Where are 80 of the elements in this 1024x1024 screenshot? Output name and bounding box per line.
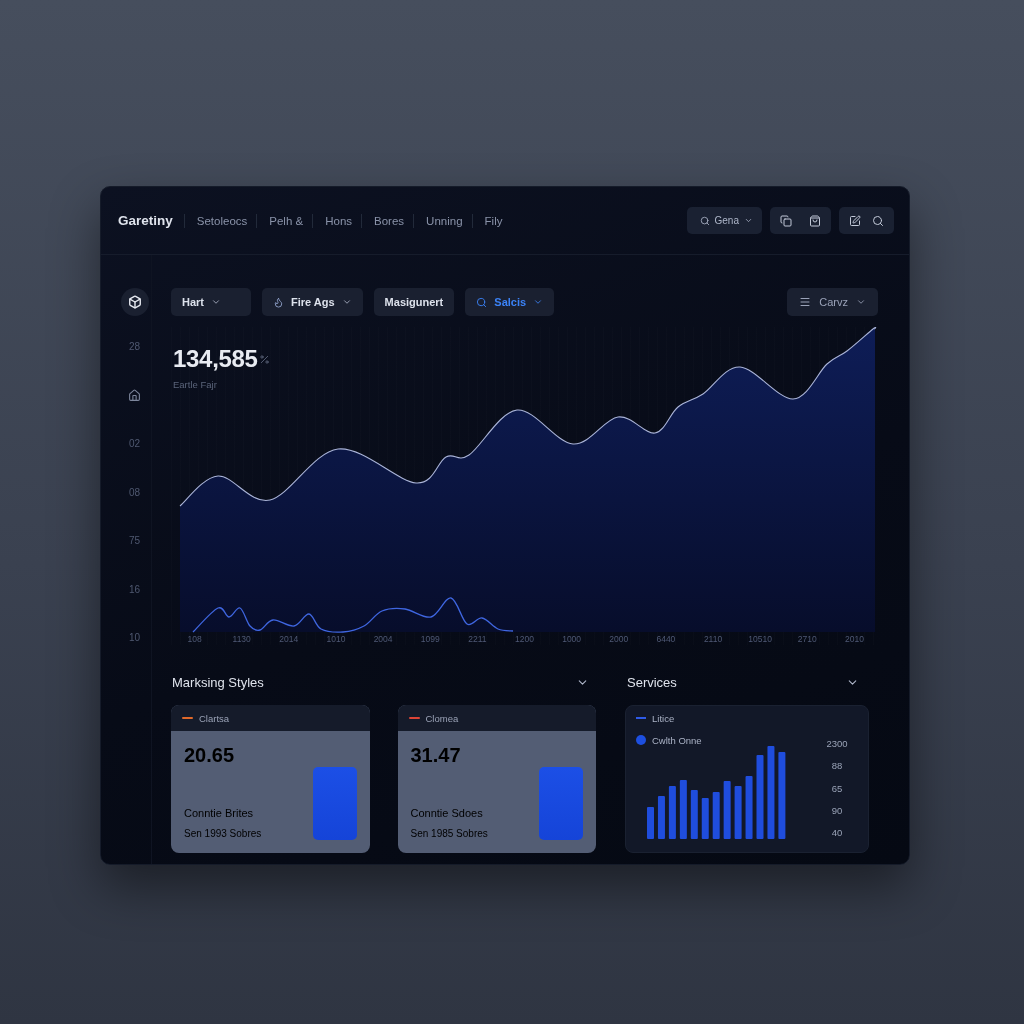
axis-label: 65 (831, 782, 843, 795)
axis-label: 2300 (826, 738, 848, 750)
nav-link[interactable]: Bores (362, 214, 414, 227)
axis-label: 88 (831, 760, 843, 773)
brand-name: Garetiny (118, 213, 173, 228)
menu-icon (799, 296, 812, 308)
stat-label: Conntie Brites (184, 806, 255, 820)
axis-label: 75 (128, 534, 141, 548)
chevron-icon (211, 297, 221, 307)
nav-link[interactable]: Hons (313, 214, 362, 227)
stat-value: 20.65 (184, 743, 236, 767)
bag-icon[interactable] (809, 214, 821, 227)
axis-label: 2014 (279, 633, 299, 645)
axis-label: 08 (128, 485, 141, 500)
card-tag: Clomea (425, 712, 459, 724)
stat-value: 31.47 (410, 743, 462, 767)
axis-label: 2211 (468, 633, 487, 645)
copy-icon[interactable] (780, 214, 792, 227)
nav-link[interactable]: Fily (472, 214, 512, 227)
legend-label: Cwlth Onne (652, 734, 702, 746)
bar (745, 776, 753, 839)
filter-button[interactable]: Salcis (465, 288, 555, 316)
axis-label: 2710 (797, 633, 817, 645)
axis-label: 2010 (844, 633, 864, 645)
stat-sublabel: Sen 1985 Sobres (410, 827, 489, 840)
chevron-icon (533, 297, 544, 307)
axis-label: 2000 (609, 633, 629, 645)
legend-dot-icon (636, 735, 646, 745)
bar (723, 781, 731, 839)
axis-label: 28 (128, 340, 141, 354)
axis-label: 40 (831, 827, 843, 839)
headline-caption: Eartle Fajr (173, 379, 218, 390)
axis-label: 1010 (326, 633, 346, 645)
axis-label: 90 (831, 804, 843, 817)
chevron-icon (856, 297, 866, 307)
axis-label: 108 (187, 633, 202, 645)
axis-label: 2004 (373, 633, 393, 645)
axis-label: 1200 (515, 633, 534, 645)
card-tag: Clartsa (199, 712, 230, 724)
bar (657, 796, 665, 839)
home-icon[interactable] (128, 389, 141, 402)
axis-label: 1000 (562, 633, 582, 645)
search-button[interactable]: Gena (686, 207, 762, 234)
axis-label: 16 (128, 582, 141, 597)
bar (734, 786, 742, 839)
chevron-icon (341, 297, 352, 307)
bar (690, 790, 698, 839)
search-icon (476, 296, 488, 308)
stat-label: Conntie Sdoes (410, 806, 484, 820)
view-dropdown[interactable]: Carvz (787, 288, 878, 316)
axis-label: 1099 (420, 633, 440, 645)
stat-sublabel: Sen 1993 Sobres (184, 827, 263, 840)
bar (701, 798, 709, 839)
axis-label: 1130 (232, 633, 251, 645)
axis-label: 2110 (703, 633, 723, 645)
search-icon (699, 215, 710, 226)
bar (712, 792, 720, 839)
headline-value: 134,585 (173, 345, 258, 373)
axis-label: 02 (128, 437, 141, 451)
nav-link[interactable]: Setoleocs (184, 214, 257, 227)
axis-label: 10510 (748, 633, 772, 645)
section-title: Services (627, 674, 677, 690)
search-icon[interactable] (872, 214, 884, 227)
bar (668, 786, 676, 839)
bar (679, 780, 687, 839)
nav-link[interactable]: Unning (414, 214, 472, 227)
filter-button[interactable]: Fire Ags (262, 288, 363, 316)
edit-icon[interactable] (849, 214, 861, 227)
filter-button[interactable]: Hart (171, 288, 251, 316)
bar (647, 807, 654, 839)
axis-label: 10 (128, 631, 141, 645)
filter-button[interactable]: Masigunert (373, 288, 455, 316)
percent-icon (258, 353, 270, 365)
flame-icon (273, 296, 284, 308)
section-title: Marksing Styles (172, 674, 264, 690)
axis-label: 6440 (656, 633, 676, 645)
legend-label: Litice (652, 712, 675, 724)
cube-icon[interactable] (120, 288, 149, 316)
chevron-icon (744, 216, 753, 225)
nav-link[interactable]: Pelh & (257, 214, 313, 227)
